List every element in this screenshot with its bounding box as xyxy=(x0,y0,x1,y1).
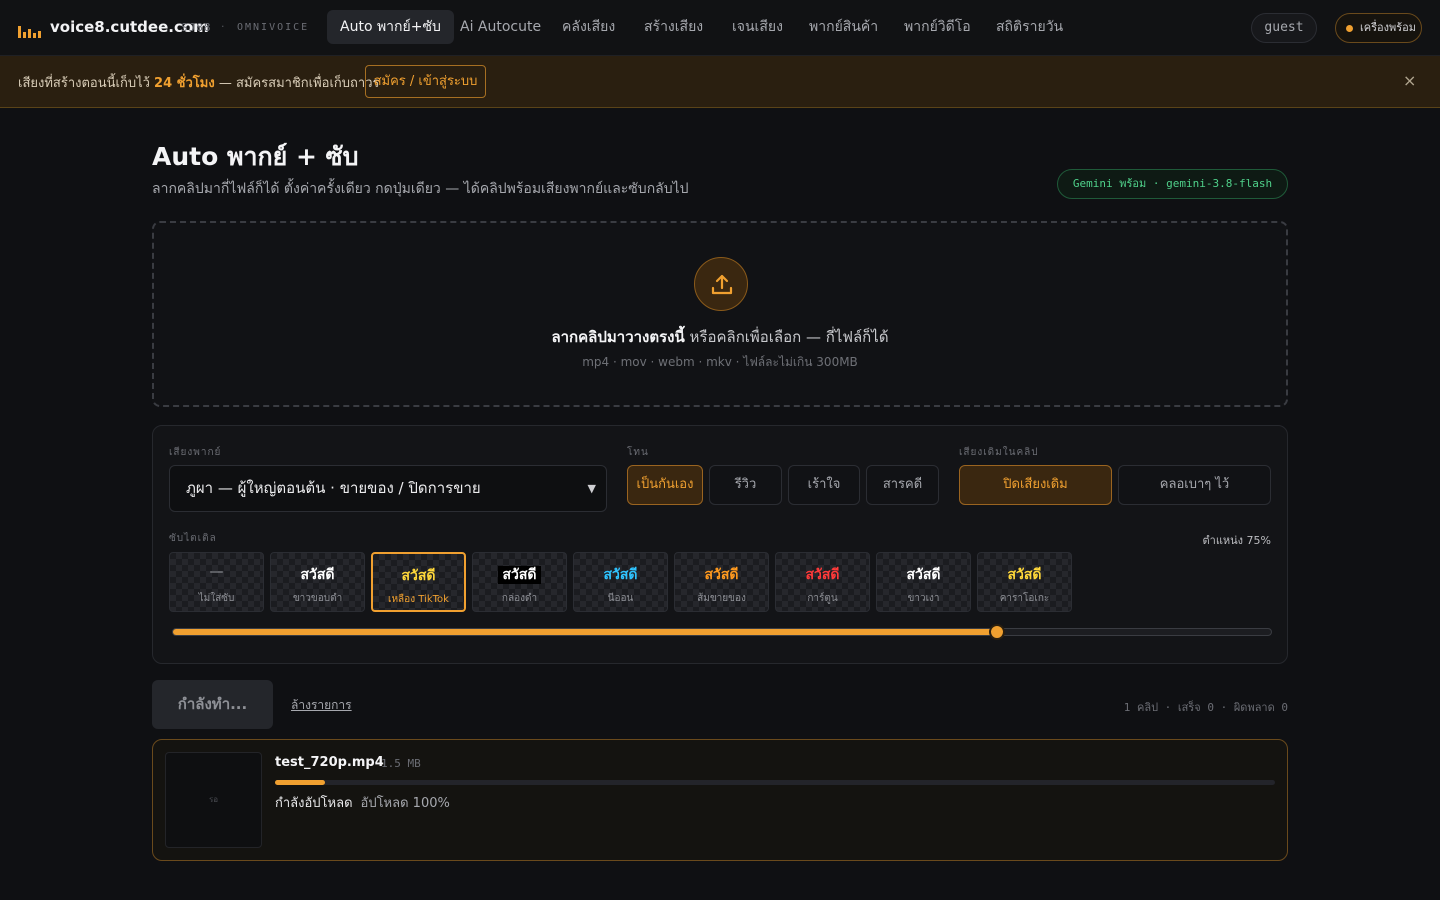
subtitle-style-black-box[interactable]: สวัสดีกล่องดำ xyxy=(472,552,567,612)
page-subtitle: ลากคลิปมากี่ไฟล์ก็ได้ ตั้งค่าครั้งเดียว … xyxy=(152,181,689,197)
subtitle-style-no-subtitle[interactable]: — ไม่ใส่ซับ xyxy=(169,552,264,612)
style-sample-text: สวัสดี xyxy=(401,568,436,584)
style-sample-text: สวัสดี xyxy=(300,567,335,583)
nav-item-auto-dub[interactable]: Auto พากย์+ซับ xyxy=(327,10,454,44)
chevron-down-icon: ▼ xyxy=(587,482,596,495)
job-thumbnail: รอ xyxy=(165,752,262,848)
job-status-label: กำลังอัปโหลด xyxy=(275,796,353,811)
banner-text-before: เสียงที่สร้างตอนนี้เก็บไว้ xyxy=(18,76,155,91)
run-button[interactable]: กำลังทำ... xyxy=(152,680,273,729)
tone-review-button[interactable]: รีวิว xyxy=(709,465,782,505)
nav-item-ai-autocute[interactable]: Ai Autocute xyxy=(447,10,554,44)
style-caption: ไม่ใส่ซับ xyxy=(198,593,235,604)
style-sample-text: สวัสดี xyxy=(906,567,941,583)
tone-friendly-button[interactable]: เป็นกันเอง xyxy=(627,465,703,505)
nav-item-video-dub[interactable]: พากย์วิดีโอ xyxy=(891,10,984,44)
style-sample-text: สวัสดี xyxy=(1007,567,1042,583)
file-dropzone[interactable]: ลากคลิปมาวางตรงนี้ หรือคลิกเพื่อเลือก — … xyxy=(152,221,1288,407)
voice-select[interactable]: ภูผา — ผู้ใหญ่ตอนต้น · ขายของ / ปิดการขา… xyxy=(169,465,607,512)
subtitle-section-label: ซับไตเติล xyxy=(169,533,217,544)
job-status: กำลังอัปโหลด อัปโหลด 100% xyxy=(275,792,450,813)
dropzone-instruction-bold: ลากคลิปมาวางตรงนี้ xyxy=(551,328,685,346)
brand-separator: · xyxy=(221,20,225,33)
banner-text-after: — สมัครสมาชิกเพื่อเก็บถาวร xyxy=(214,76,380,91)
subtitle-style-neon[interactable]: สวัสดีนีออน xyxy=(573,552,668,612)
subtitle-style-orange-sales[interactable]: สวัสดีส้มขายของ xyxy=(674,552,769,612)
style-caption: กล่องดำ xyxy=(501,593,538,604)
nav-item-generate-voice[interactable]: เจนเสียง xyxy=(719,10,796,44)
subtitle-style-karaoke[interactable]: สวัสดีคาราโอเกะ xyxy=(977,552,1072,612)
status-dot-icon xyxy=(1346,25,1353,32)
style-sample: สวัสดี xyxy=(776,564,869,586)
retention-banner: เสียงที่สร้างตอนนี้เก็บไว้ 24 ชั่วโมง — … xyxy=(0,56,1440,108)
style-sample-text: — xyxy=(209,564,224,580)
upload-icon xyxy=(694,257,748,311)
style-sample: สวัสดี xyxy=(877,564,970,586)
machine-status-badge: เครื่องพร้อม xyxy=(1335,13,1422,43)
style-sample-text: สวัสดี xyxy=(498,566,541,584)
style-caption: ขาวขอบดำ xyxy=(292,593,343,604)
signup-login-button[interactable]: สมัคร / เข้าสู่ระบบ xyxy=(365,65,486,98)
style-caption: การ์ตูน xyxy=(807,593,838,604)
style-sample: สวัสดี xyxy=(574,564,667,586)
original-audio-section-label: เสียงเดิมในคลิป xyxy=(959,447,1039,458)
nav-item-daily-stats[interactable]: สถิติรายวัน xyxy=(983,10,1076,44)
job-progress-fill xyxy=(275,780,325,785)
gemini-status-badge: Gemini พร้อม · gemini-3.8-flash xyxy=(1057,169,1288,199)
subtitle-position-readout: ตำแหน่ง 75% xyxy=(1202,534,1272,547)
brand-code: SJ88 xyxy=(181,21,212,34)
banner-message: เสียงที่สร้างตอนนี้เก็บไว้ 24 ชั่วโมง — … xyxy=(18,72,379,93)
style-sample: สวัสดี xyxy=(675,564,768,586)
voice-section-label: เสียงพากย์ xyxy=(169,447,222,458)
job-card: รอ test_720p.mp4 1.5 MB กำลังอัปโหลด อัปโ… xyxy=(152,739,1288,861)
subtitle-style-cartoon[interactable]: สวัสดีการ์ตูน xyxy=(775,552,870,612)
subtitle-position-slider[interactable] xyxy=(172,624,1272,640)
nav-item-create-voice[interactable]: สร้างเสียง xyxy=(631,10,716,44)
voice-select-value: ภูผา — ผู้ใหญ่ตอนต้น · ขายของ / ปิดการขา… xyxy=(186,479,481,497)
style-sample: สวัสดี xyxy=(271,564,364,586)
tone-section-label: โทน xyxy=(627,447,649,458)
user-badge[interactable]: guest xyxy=(1251,13,1317,43)
settings-panel: เสียงพากย์ ภูผา — ผู้ใหญ่ตอนต้น · ขายของ… xyxy=(152,425,1288,664)
slider-fill xyxy=(173,629,997,635)
tone-exciting-button[interactable]: เร้าใจ xyxy=(788,465,860,505)
brand-subtitle: OMNIVOICE xyxy=(237,22,310,33)
style-caption: เหลือง TikTok xyxy=(388,594,449,605)
job-progress-bar xyxy=(275,780,1275,785)
audio-bars-icon xyxy=(18,26,42,38)
style-sample: สวัสดี xyxy=(978,564,1071,586)
clear-list-link[interactable]: ล้างรายการ xyxy=(291,696,352,715)
dropzone-file-hint: mp4 · mov · webm · mkv · ไฟล์ละไม่เกิน 3… xyxy=(582,355,858,369)
subtitle-style-white-outline[interactable]: สวัสดีขาวขอบดำ xyxy=(270,552,365,612)
page-title: Auto พากย์ + ซับ xyxy=(152,142,359,171)
dropzone-instruction: ลากคลิปมาวางตรงนี้ หรือคลิกเพื่อเลือก — … xyxy=(154,325,1286,349)
style-caption: คาราโอเกะ xyxy=(999,593,1050,604)
job-counts: 1 คลิป · เสร็จ 0 · ผิดพลาด 0 xyxy=(1123,701,1288,714)
job-filesize: 1.5 MB xyxy=(381,757,421,770)
nav-item-product-dub[interactable]: พากย์สินค้า xyxy=(796,10,891,44)
style-sample: — xyxy=(170,564,263,580)
style-sample-text: สวัสดี xyxy=(704,567,739,583)
style-caption: นีออน xyxy=(607,593,634,604)
close-icon[interactable]: × xyxy=(1403,71,1416,90)
keep-original-quiet-button[interactable]: คลอเบาๆ ไว้ xyxy=(1118,465,1271,505)
style-caption: ส้มขายของ xyxy=(697,593,746,604)
style-sample: สวัสดี xyxy=(473,564,566,586)
subtitle-style-white-shadow[interactable]: สวัสดีขาวเงา xyxy=(876,552,971,612)
style-sample: สวัสดี xyxy=(373,565,464,587)
subtitle-style-yellow-tiktok[interactable]: สวัสดีเหลือง TikTok xyxy=(371,552,466,612)
tone-documentary-button[interactable]: สารคดี xyxy=(866,465,939,505)
nav-item-voice-library[interactable]: คลังเสียง xyxy=(549,10,628,44)
machine-status-label: เครื่องพร้อม xyxy=(1360,21,1417,34)
style-caption: ขาวเงา xyxy=(907,593,940,604)
slider-thumb[interactable] xyxy=(988,624,1005,640)
dropzone-instruction-rest: หรือคลิกเพื่อเลือก — กี่ไฟล์ก็ได้ xyxy=(684,328,889,346)
style-sample-text: สวัสดี xyxy=(805,567,840,583)
job-status-detail: อัปโหลด 100% xyxy=(360,796,450,811)
job-filename: test_720p.mp4 xyxy=(275,755,384,770)
top-nav: voice8.cutdee.com SJ88 · OMNIVOICE Auto … xyxy=(0,0,1440,56)
style-sample-text: สวัสดี xyxy=(603,567,638,583)
mute-original-button[interactable]: ปิดเสียงเดิม xyxy=(959,465,1112,505)
banner-highlight: 24 ชั่วโมง xyxy=(154,76,215,91)
